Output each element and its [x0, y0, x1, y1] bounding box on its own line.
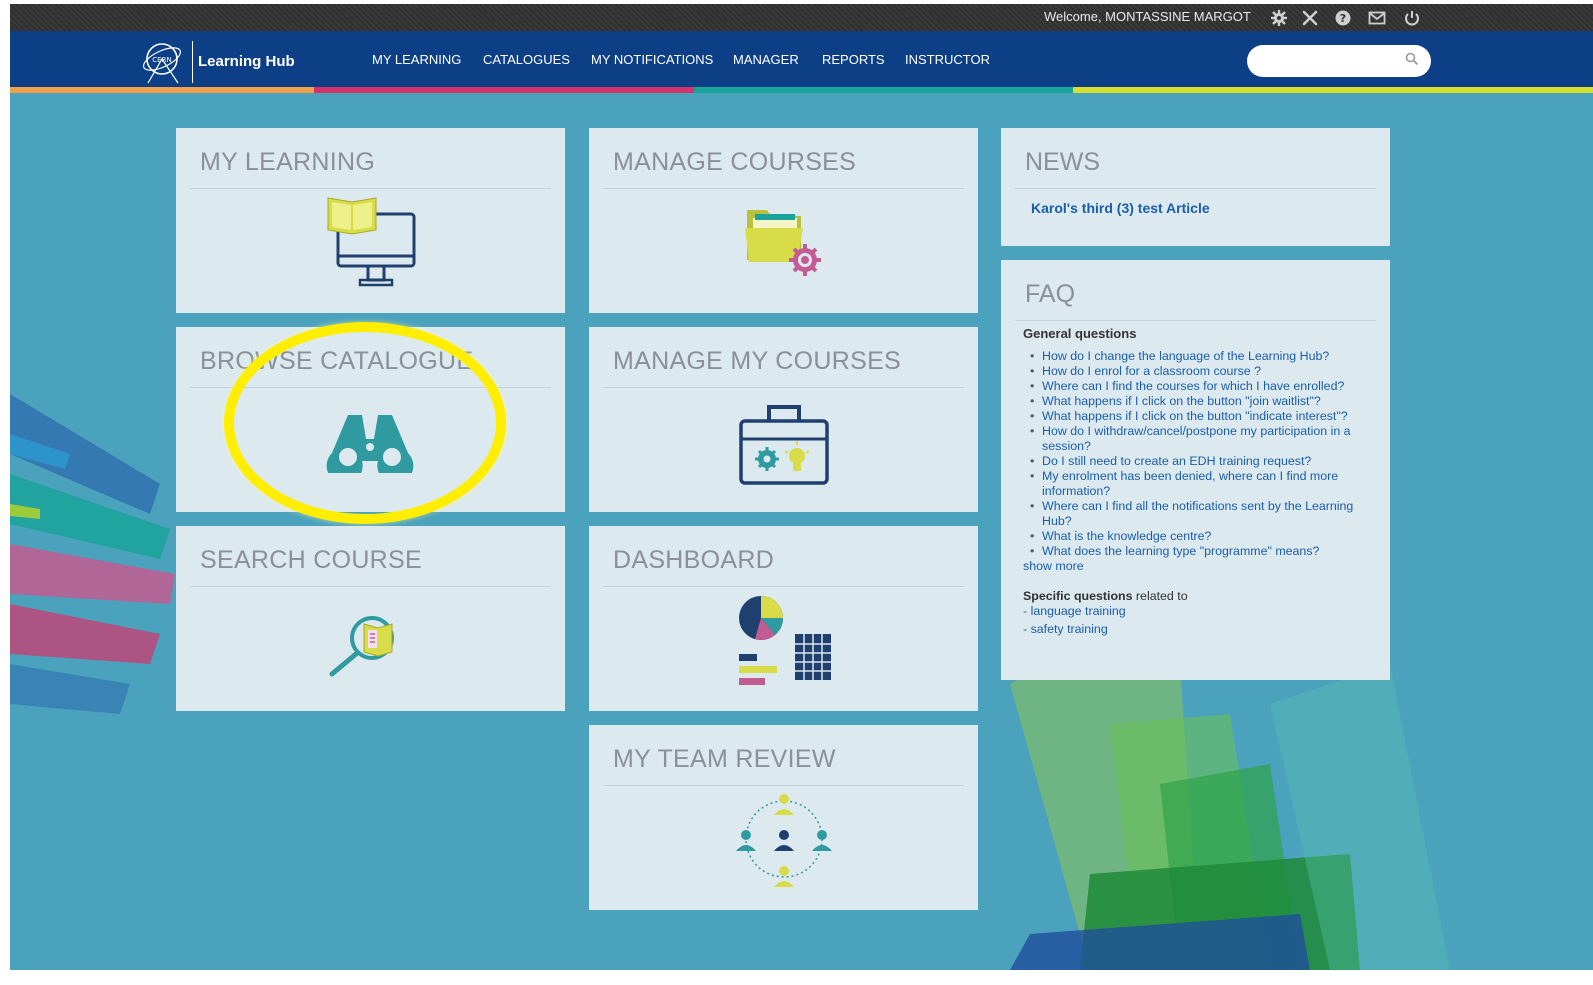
faq-question-link[interactable]: What happens if I click on the button "i…	[1030, 409, 1373, 424]
power-icon[interactable]	[1403, 9, 1421, 27]
faq-title: FAQ	[1025, 280, 1076, 308]
faq-question-link[interactable]: What does the learning type "programme" …	[1030, 544, 1373, 559]
gear-icon[interactable]	[1270, 9, 1288, 27]
news-title: NEWS	[1025, 148, 1100, 176]
specific-questions-line: Specific questions related to	[1023, 589, 1373, 604]
tile-title: MY LEARNING	[200, 148, 376, 176]
tile-title: SEARCH COURSE	[200, 546, 422, 574]
top-utility-bar: Welcome, MONTASSINE MARGOT ?	[10, 4, 1593, 31]
stripe-teal	[694, 87, 1073, 93]
divider	[1015, 320, 1376, 321]
nav-instructor[interactable]: INSTRUCTOR	[905, 52, 990, 67]
divider	[190, 188, 551, 189]
divider	[603, 586, 964, 587]
tile-dashboard[interactable]: DASHBOARD	[589, 526, 978, 711]
search-icon[interactable]	[1405, 52, 1419, 66]
tile-search-course[interactable]: SEARCH COURSE	[176, 526, 565, 711]
welcome-text: Welcome, MONTASSINE MARGOT	[1044, 9, 1251, 24]
highlight-circle	[224, 322, 506, 524]
tile-manage-courses[interactable]: MANAGE COURSES	[589, 128, 978, 313]
logo-separator	[192, 41, 193, 83]
divider	[603, 785, 964, 786]
search-box	[1247, 45, 1431, 77]
help-icon[interactable]: ?	[1334, 9, 1352, 27]
magnifier-book-icon	[329, 616, 394, 677]
dashboard-chart-icon	[739, 596, 831, 685]
faq-list: How do I change the language of the Lear…	[1023, 349, 1373, 559]
faq-question-link[interactable]: How do I change the language of the Lear…	[1030, 349, 1373, 364]
divider	[603, 387, 964, 388]
faq-body: General questions How do I change the la…	[1023, 326, 1373, 637]
learning-hub-logo-text[interactable]: Learning Hub	[198, 53, 295, 70]
background-decoration-left	[10, 394, 175, 714]
news-article-link[interactable]: Karol's third (3) test Article	[1031, 200, 1210, 216]
cern-logo-icon[interactable]: CERN	[140, 39, 188, 85]
nav-my-learning[interactable]: MY LEARNING	[372, 52, 461, 67]
svg-text:CERN: CERN	[152, 56, 171, 64]
faq-general-heading: General questions	[1023, 326, 1137, 341]
faq-question-link[interactable]: My enrolment has been denied, where can …	[1030, 469, 1373, 499]
faq-question-link[interactable]: How do I withdraw/cancel/postpone my par…	[1030, 424, 1373, 454]
nav-manager[interactable]: MANAGER	[733, 52, 799, 67]
stripe-orange	[10, 87, 314, 93]
stripe-pink	[314, 87, 694, 93]
stripe-yellow	[1073, 87, 1593, 93]
faq-question-link[interactable]: Where can I find all the notifications s…	[1030, 499, 1373, 529]
divider	[603, 188, 964, 189]
faq-question-link[interactable]: How do I enrol for a classroom course ?	[1030, 364, 1373, 379]
language-training-link-text[interactable]: - language training	[1023, 604, 1126, 618]
nav-catalogues[interactable]: CATALOGUES	[483, 52, 570, 67]
show-more-link[interactable]: show more	[1023, 559, 1373, 574]
divider	[190, 586, 551, 587]
folder-gear-icon	[745, 210, 821, 276]
news-panel: NEWS Karol's third (3) test Article	[1001, 128, 1390, 246]
monitor-book-icon	[327, 197, 416, 287]
team-icon	[736, 794, 832, 887]
specific-questions-rest: related to	[1132, 589, 1188, 603]
svg-text:?: ?	[1340, 12, 1346, 25]
tile-title: MANAGE MY COURSES	[613, 347, 902, 375]
nav-my-notifications[interactable]: MY NOTIFICATIONS	[591, 52, 713, 67]
specific-questions-bold: Specific questions	[1023, 589, 1133, 603]
safety-training-link-text[interactable]: - safety training	[1023, 622, 1108, 636]
mail-icon[interactable]	[1368, 9, 1386, 27]
faq-question-link[interactable]: What happens if I click on the button "j…	[1030, 394, 1373, 409]
tile-title: MANAGE COURSES	[613, 148, 857, 176]
tools-icon[interactable]	[1301, 9, 1319, 27]
main-navbar: CERN Learning Hub MY LEARNING CATALOGUES…	[10, 31, 1593, 87]
tile-my-team-review[interactable]: MY TEAM REVIEW	[589, 725, 978, 910]
faq-question-link[interactable]: Do I still need to create an EDH trainin…	[1030, 454, 1373, 469]
tile-my-learning[interactable]: MY LEARNING	[176, 128, 565, 313]
toolbox-icon	[739, 405, 829, 485]
tile-manage-my-courses[interactable]: MANAGE MY COURSES	[589, 327, 978, 512]
faq-question-link[interactable]: What is the knowledge centre?	[1030, 529, 1373, 544]
tile-title: MY TEAM REVIEW	[613, 745, 836, 773]
search-input[interactable]	[1257, 51, 1401, 73]
nav-reports[interactable]: REPORTS	[822, 52, 885, 67]
divider	[1015, 188, 1376, 189]
tile-title: DASHBOARD	[613, 546, 775, 574]
browser-viewport: Welcome, MONTASSINE MARGOT ? CERN Learni…	[10, 4, 1593, 970]
safety-training-link[interactable]: - safety training	[1023, 622, 1373, 637]
faq-panel: FAQ General questions How do I change th…	[1001, 260, 1390, 680]
language-training-link[interactable]: - language training	[1023, 604, 1373, 619]
faq-question-link[interactable]: Where can I find the courses for which I…	[1030, 379, 1373, 394]
